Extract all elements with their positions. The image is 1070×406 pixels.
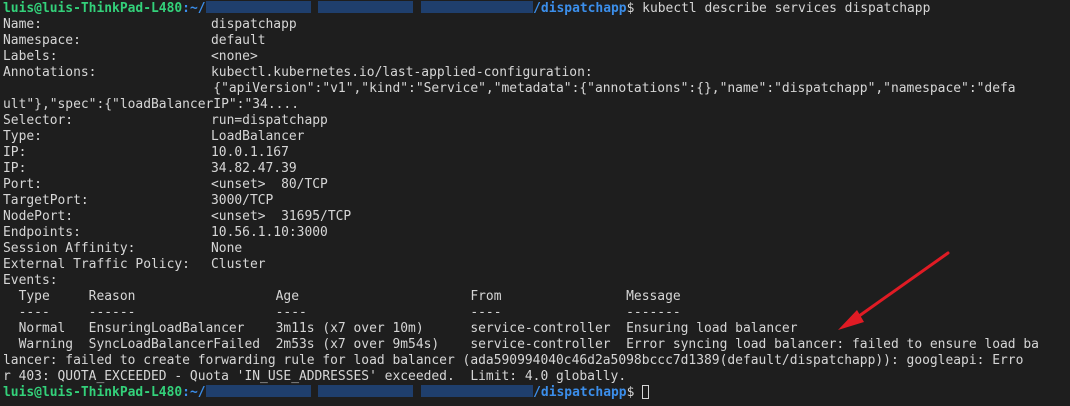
field-key: Type: [3,129,42,144]
prompt-dollar: $ [626,1,643,16]
field-key: Endpoints: [3,225,81,240]
describe-field-row: Endpoints: 10.56.1.10:3000 [3,225,1070,241]
describe-field-row: Name: dispatchapp [3,17,1070,33]
describe-field-row: IP: 10.0.1.167 [3,145,1070,161]
field-value: 34.82.47.39 [211,161,297,176]
redacted-path-segment [421,1,534,13]
describe-fields-2: Selector: run=dispatchapp Type: LoadBalance… [3,113,1070,273]
redacted-path-segment [318,385,414,397]
events-header: Type Reason Age From Message [3,289,681,304]
text-cursor-icon [642,385,650,399]
describe-field-row: NodePort: <unset> 31695/TCP [3,209,1070,225]
redacted-path-segment [318,1,414,13]
field-value: LoadBalancer [211,129,305,144]
prompt-dir: /dispatchapp [533,1,627,16]
prompt-line-1: luis@luis-ThinkPad-L480:~/ /dispatchapp$… [3,1,1070,17]
describe-field-row: Namespace: default [3,33,1070,49]
field-key: Selector: [3,113,74,128]
event-row: lancer: failed to create forwarding rule… [3,353,1024,368]
events-label: Events: [3,273,58,288]
field-key: External Traffic Policy: [3,257,190,272]
field-value: dispatchapp [211,17,297,32]
field-key: Annotations: [3,65,97,80]
field-key: TargetPort: [3,193,89,208]
field-value: run=dispatchapp [211,113,328,128]
prompt-dollar: $ [626,385,643,400]
prompt-user-host: luis@luis-ThinkPad-L480 [3,385,183,400]
describe-field-row: Port: <unset> 80/TCP [3,177,1070,193]
field-key: Labels: [3,49,58,64]
prompt-user-host: luis@luis-ThinkPad-L480 [3,1,183,16]
describe-field-row: Annotations: kubectl.kubernetes.io/last-a… [3,65,1070,81]
field-value: 3000/TCP [211,193,274,208]
redacted-path-segment [421,385,534,397]
prompt-home: :~/ [182,1,206,16]
field-value: Cluster [211,257,266,272]
describe-field-row: TargetPort: 3000/TCP [3,193,1070,209]
prompt-home: :~/ [182,385,206,400]
field-key: Session Affinity: [3,241,136,256]
describe-field-row: External Traffic Policy: Cluster [3,257,1070,273]
field-key: IP: [3,145,27,160]
field-value: kubectl.kubernetes.io/last-applied-confi… [211,65,593,80]
command-text: kubectl describe services dispatchapp [642,1,931,16]
field-value: None [211,241,243,256]
describe-field-row: Session Affinity: None [3,241,1070,257]
prompt-line-2: luis@luis-ThinkPad-L480:~/ /dispatchapp$ [3,385,1070,401]
field-value: <unset> 80/TCP [211,177,328,192]
event-row: r 403: QUOTA_EXCEEDED - Quota 'IN_USE_AD… [3,369,627,384]
annotation-json-line: {"apiVersion":"v1","kind":"Service","met… [3,81,1016,96]
event-row: Warning SyncLoadBalancerFailed 2m53s (x7… [3,337,1039,352]
field-key: Port: [3,177,42,192]
describe-field-row: Type: LoadBalancer [3,129,1070,145]
event-row: Normal EnsuringLoadBalancer 3m11s (x7 ov… [3,321,798,336]
prompt-dir: /dispatchapp [533,385,627,400]
field-key: IP: [3,161,27,176]
annotation-json-line: ult"},"spec":{"loadBalancerIP":"34.... [3,97,299,112]
events-rule: ---- ------ ---- ---- ------- [3,305,681,320]
describe-field-row: IP: 34.82.47.39 [3,161,1070,177]
field-key: Name: [3,17,42,32]
field-value: 10.0.1.167 [211,145,289,160]
describe-field-row: Selector: run=dispatchapp [3,113,1070,129]
describe-field-row: Labels: <none> [3,49,1070,65]
redacted-path-segment [205,385,311,397]
field-value: <none> [211,49,258,64]
field-key: Namespace: [3,33,81,48]
field-value: 10.56.1.10:3000 [211,225,328,240]
describe-fields: Name: dispatchapp Namespace: default Labels:… [3,17,1070,81]
redacted-path-segment [205,1,311,13]
terminal-window[interactable]: luis@luis-ThinkPad-L480:~/ /dispatchapp$… [0,0,1070,406]
field-key: NodePort: [3,209,74,224]
field-value: default [211,33,266,48]
field-value: <unset> 31695/TCP [211,209,352,224]
